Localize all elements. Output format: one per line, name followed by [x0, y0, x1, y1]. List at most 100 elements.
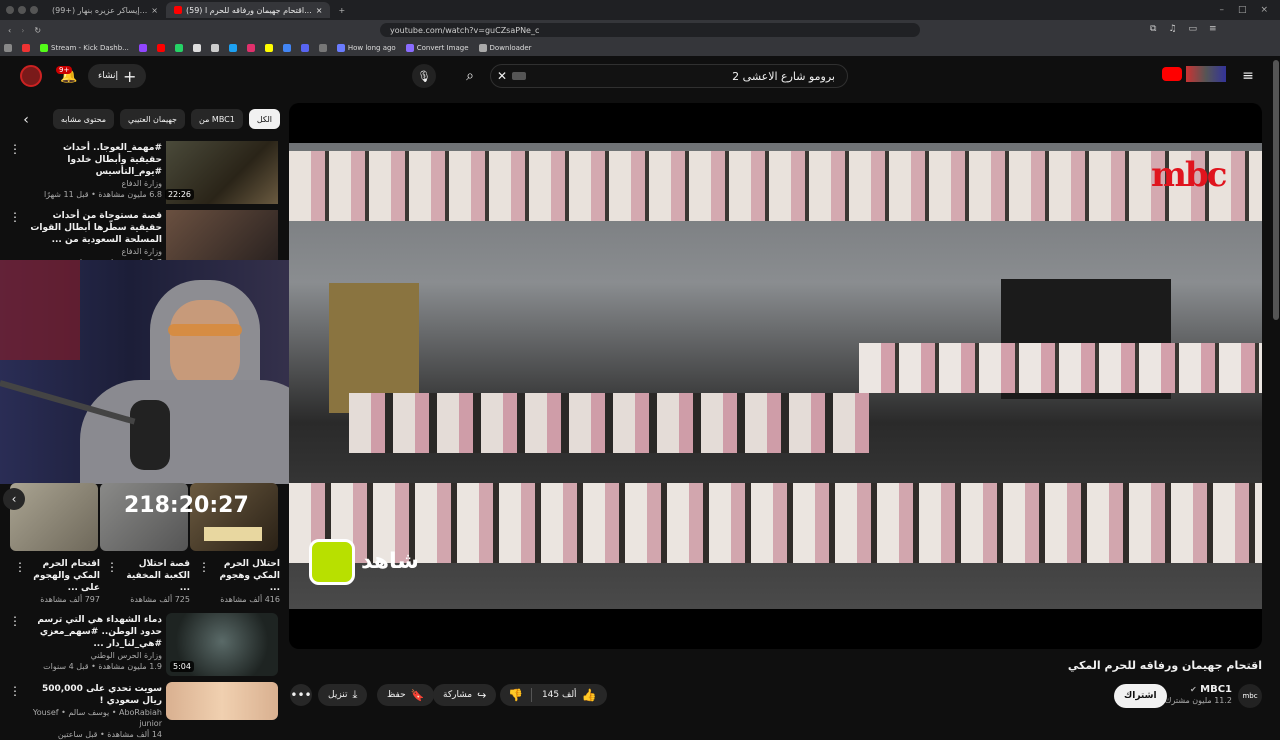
video-title[interactable]: قصة مستوحاة من أحداث حقيقية سطّرها أبطال… — [30, 210, 162, 246]
save-button[interactable]: حفظ 🔖 — [377, 684, 435, 706]
filter-chips: الكل من MBC1 جهيمان العتيبي محتوى مشابه — [40, 109, 280, 129]
video-player[interactable]: شاهد mbc — [289, 103, 1262, 649]
search-icon[interactable]: ⌕ — [452, 64, 488, 88]
reload-icon[interactable]: ↻ — [24, 26, 41, 35]
extension-icon[interactable]: ♫ — [1168, 24, 1176, 34]
more-vert-icon[interactable]: ⋮ — [7, 684, 23, 698]
channel-avatar[interactable]: mbc — [1238, 684, 1262, 708]
video-title[interactable]: #مهمة_العوجا.. أحداث حقيقية وأبطال خلدوا… — [30, 142, 162, 178]
short-title[interactable]: اقتحام الحرم المكي والهجوم على ... — [30, 558, 100, 594]
clear-search-icon[interactable]: ✕ — [494, 66, 510, 86]
bookmark-icon[interactable] — [282, 44, 291, 52]
new-tab-button[interactable]: + — [330, 2, 353, 18]
more-vert-icon[interactable]: ⋮ — [104, 560, 120, 574]
video-thumbnail[interactable]: 5:04 — [166, 613, 278, 676]
whatsapp-icon[interactable] — [174, 44, 183, 52]
more-vert-icon[interactable]: ⋮ — [7, 142, 23, 156]
short-item[interactable]: قصة احتلال الكعبة المخفية ... 725 ألف مش… — [120, 558, 190, 605]
bookmark-icon[interactable] — [318, 44, 327, 52]
more-vert-icon[interactable]: ⋮ — [7, 614, 23, 628]
minimize-icon[interactable]: – — [1219, 5, 1224, 15]
bookmark-how-long-ago[interactable]: How long ago — [336, 44, 396, 52]
more-actions-icon[interactable]: ••• — [290, 684, 312, 706]
chip-from-mbc1[interactable]: من MBC1 — [191, 109, 243, 129]
youtube-bookmark-icon[interactable] — [156, 44, 165, 52]
instagram-icon[interactable] — [246, 44, 255, 52]
video-title[interactable]: دماء الشهداء هي التي ترسم حدود الوطن.. #… — [30, 614, 162, 650]
channel-name[interactable]: وزارة الحرس الوطني — [30, 650, 162, 661]
chip-juhayman[interactable]: جهيمان العتيبي — [120, 109, 186, 129]
hamburger-menu-icon[interactable]: ≡ — [1238, 66, 1258, 86]
channel-name[interactable]: وزارة الدفاع — [30, 246, 162, 257]
channel-name[interactable]: وزارة الدفاع — [30, 178, 162, 189]
clock-icon — [336, 44, 345, 52]
youtube-doodle-logo[interactable] — [1186, 66, 1226, 82]
search-query[interactable]: برومو شارع الاعشى 2 — [732, 70, 835, 83]
page-scrollbar[interactable] — [1273, 60, 1279, 320]
dislike-button[interactable]: 👎 — [500, 688, 531, 702]
channel-name[interactable]: AboRabiah • يوسف سالم • Yousef junior — [22, 707, 162, 729]
twitch-icon[interactable] — [138, 44, 147, 52]
bookmark-kick[interactable]: Stream - Kick Dashb... — [40, 44, 129, 52]
menu-icon[interactable]: ≡ — [1209, 24, 1217, 34]
short-title[interactable]: احتلال الحرم المكي وهجوم ... — [214, 558, 280, 594]
sidebar-icon[interactable]: ▭ — [1189, 24, 1198, 34]
close-window-icon[interactable]: × — [1260, 5, 1268, 15]
keyboard-icon[interactable] — [512, 72, 526, 80]
video-thumbnail[interactable] — [166, 210, 278, 262]
avatar[interactable] — [20, 65, 42, 87]
browser-tab-1[interactable]: (99+) إيساكر عزيره بنهار... × — [44, 2, 166, 18]
list-item[interactable]: دماء الشهداء هي التي ترسم حدود الوطن.. #… — [30, 614, 162, 672]
create-button[interactable]: إنشاء + — [88, 64, 147, 88]
channel-name[interactable]: MBC1 — [1200, 684, 1232, 695]
chip-all[interactable]: الكل — [248, 109, 280, 129]
chip-related[interactable]: محتوى مشابه — [52, 109, 115, 129]
list-item[interactable]: سويت تحدي على 500,000 ريال سعودي ! AboRa… — [22, 683, 162, 740]
browser-extensions: ⧉ ♫ ▭ ≡ — [1150, 24, 1217, 34]
download-button[interactable]: تنزيل ⤓ — [318, 684, 368, 706]
share-button[interactable]: مشاركة ↪ — [433, 684, 497, 706]
apps-icon[interactable] — [4, 44, 12, 52]
url-text[interactable]: youtube.com/watch?v=guCZsaPNe_c — [390, 26, 539, 35]
discord-icon[interactable] — [300, 44, 309, 52]
bookmark-convert-image[interactable]: Convert Image — [405, 44, 469, 52]
video-meta: 14 ألف مشاهدة • قبل ساعتين — [57, 730, 162, 739]
list-item[interactable]: #مهمة_العوجا.. أحداث حقيقية وأبطال خلدوا… — [30, 142, 162, 200]
close-icon[interactable]: × — [151, 6, 158, 15]
mic-icon[interactable]: 🎙 — [412, 64, 436, 88]
video-thumbnail[interactable] — [166, 682, 278, 720]
short-title[interactable]: قصة احتلال الكعبة المخفية ... — [120, 558, 190, 594]
chevron-left-icon[interactable]: ‹ — [3, 488, 25, 510]
video-thumbnail[interactable]: 22:26 — [164, 141, 278, 204]
face — [170, 300, 240, 390]
more-vert-icon[interactable]: ⋮ — [196, 560, 212, 574]
address-bar[interactable]: youtube.com/watch?v=guCZsaPNe_c — [380, 23, 920, 37]
snapchat-icon[interactable] — [264, 44, 273, 52]
back-icon[interactable]: ‹ — [0, 26, 11, 35]
close-icon[interactable]: × — [316, 6, 323, 15]
crowd-row — [349, 393, 869, 453]
extension-icon[interactable]: ⧉ — [1150, 24, 1156, 34]
bookmark-icon[interactable] — [228, 44, 237, 52]
crowd-row — [859, 343, 1262, 393]
bookmark-downloader[interactable]: Downloader — [478, 44, 532, 52]
create-label: إنشاء — [98, 71, 119, 81]
browser-tab-2[interactable]: (59) اقتحام جهيمان ورفاقه للحرم ا... × — [166, 2, 331, 18]
chevron-left-icon[interactable]: ‹ — [16, 110, 36, 130]
subscribe-button[interactable]: اشتراك — [1114, 684, 1167, 708]
browser-tab-bar: (99+) إيساكر عزيره بنهار... × (59) اقتحام… — [0, 0, 1280, 20]
search-input[interactable]: برومو شارع الاعشى 2 — [490, 64, 848, 88]
video-meta: 6.8 مليون مشاهدة • قبل 11 شهرًا — [43, 190, 162, 199]
x-icon[interactable] — [192, 44, 201, 52]
like-button[interactable]: 145 ألف 👍 — [532, 688, 607, 702]
youtube-logo-icon[interactable] — [1162, 67, 1182, 81]
forward-icon[interactable]: › — [11, 26, 24, 35]
short-item[interactable]: احتلال الحرم المكي وهجوم ... 416 ألف مشا… — [214, 558, 280, 605]
short-item[interactable]: اقتحام الحرم المكي والهجوم على ... 797 أ… — [30, 558, 100, 605]
maximize-icon[interactable]: □ — [1238, 5, 1247, 15]
bookmark-icon[interactable] — [22, 44, 30, 52]
more-vert-icon[interactable]: ⋮ — [12, 560, 28, 574]
more-vert-icon[interactable]: ⋮ — [7, 210, 23, 224]
video-title[interactable]: سويت تحدي على 500,000 ريال سعودي ! — [22, 683, 162, 707]
tiktok-icon[interactable] — [210, 44, 219, 52]
